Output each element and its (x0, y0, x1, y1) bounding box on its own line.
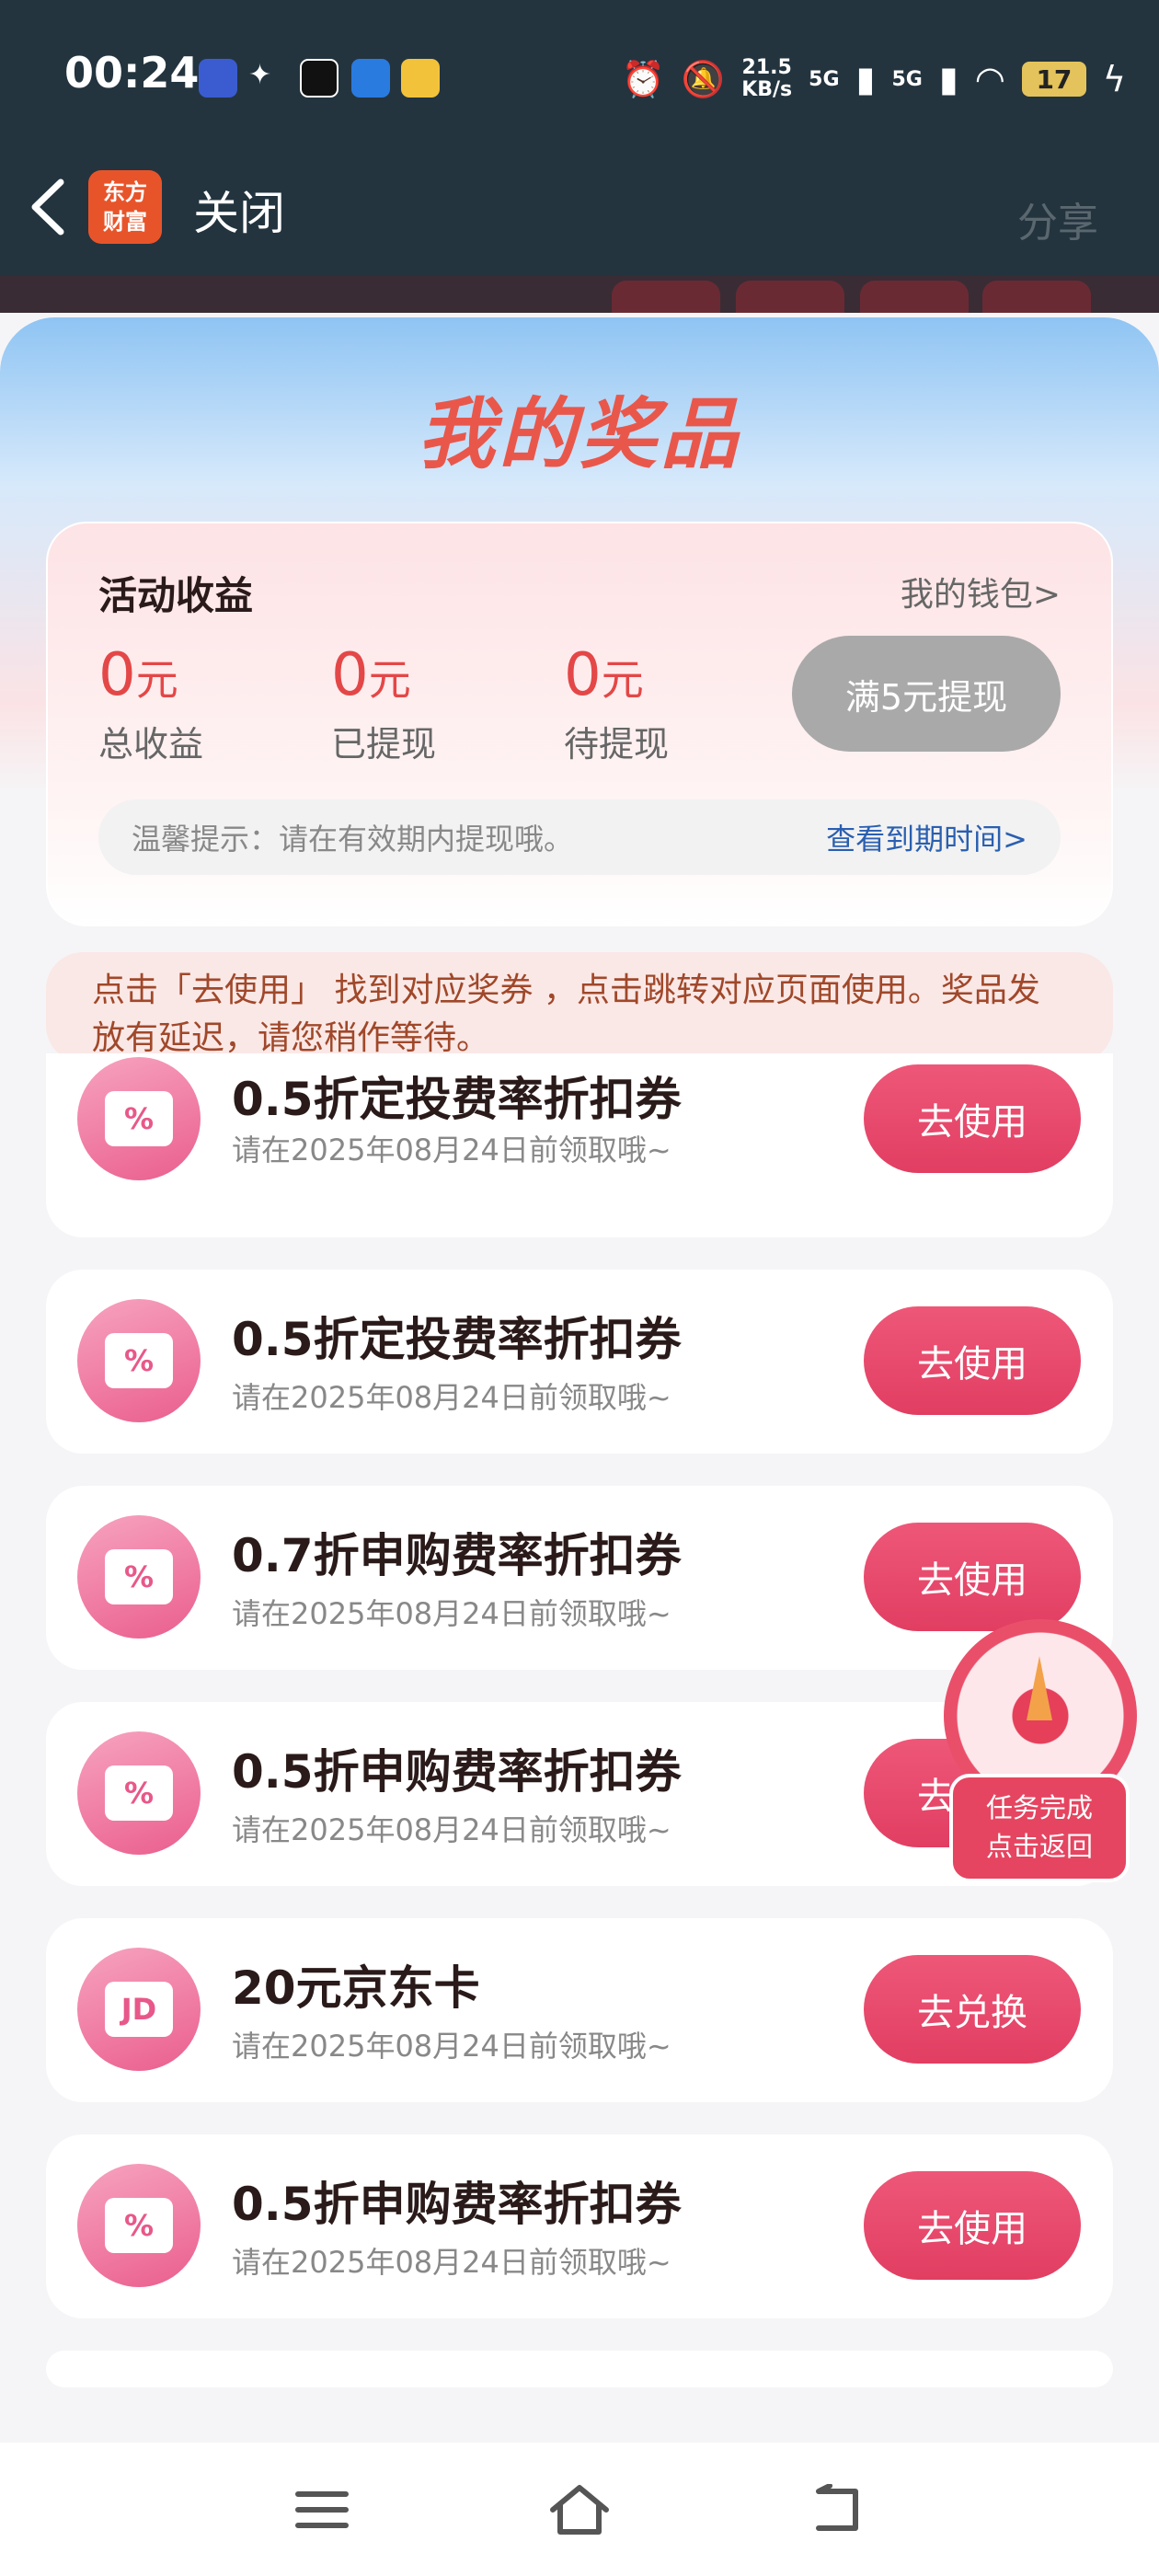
wallet-icon (401, 59, 440, 98)
stat-pending: 0元 待提现 (564, 641, 670, 765)
jd-card-icon: JD (77, 1948, 201, 2071)
redeem-button[interactable]: 去兑换 (864, 1955, 1081, 2064)
reward-card: % 0.5折申购费率折扣券 请在2025年08月24日前领取哦~ 去使用 (46, 2134, 1113, 2318)
status-right: ⏰ 🔕 21.5 KB/s 5G ▮ 5G ▮ ◠ 17 ϟ (622, 52, 1126, 107)
usage-notice: 点击「去使用」 找到对应奖券 ，点击跳转对应页面使用。奖品发放有延迟，请您稍作等… (46, 952, 1113, 1063)
wallet-link[interactable]: 我的钱包> (901, 568, 1061, 615)
reward-card-partial (46, 2351, 1113, 2387)
reward-name: 0.7折申购费率折扣券 (232, 1529, 682, 1582)
reward-name: 20元京东卡 (232, 1961, 480, 2015)
coupon-icon: % (77, 1299, 201, 1422)
home-icon[interactable] (543, 2478, 616, 2542)
sheet-title: 我的奖品 (417, 389, 741, 479)
reward-date: 请在2025年08月24日前领取哦~ (232, 1596, 671, 1631)
vivo-icon (199, 59, 237, 98)
return-button[interactable]: 任务完成 点击返回 (949, 1774, 1130, 1882)
signal-icon: ▮ (855, 59, 876, 99)
wheel-pointer-icon (1027, 1656, 1052, 1720)
reward-name: 0.5折定投费率折扣券 (232, 1313, 682, 1366)
signal-5g-2: 5G (891, 67, 923, 91)
expiry-link[interactable]: 查看到期时间> (826, 816, 1027, 858)
signal-icon: ▮ (938, 59, 958, 99)
close-button[interactable]: 关闭 (193, 177, 285, 243)
battery-level: 17 (1021, 62, 1086, 97)
menu-icon[interactable] (285, 2478, 359, 2542)
use-button[interactable]: 去使用 (864, 1064, 1081, 1173)
alarm-icon: ⏰ (621, 58, 665, 99)
coupon-icon: % (77, 2164, 201, 2287)
use-button[interactable]: 去使用 (864, 1523, 1081, 1631)
reward-name: 0.5折申购费率折扣券 (232, 1745, 682, 1799)
reward-name: 0.5折申购费率折扣券 (232, 2178, 682, 2231)
background-tile (736, 281, 844, 313)
use-button[interactable]: 去使用 (864, 1306, 1081, 1415)
reward-date: 请在2025年08月24日前领取哦~ (232, 1133, 671, 1167)
coupon-icon: % (77, 1731, 201, 1855)
back-nav-icon[interactable] (800, 2478, 874, 2542)
reward-card: JD 20元京东卡 请在2025年08月24日前领取哦~ 去兑换 (46, 1918, 1113, 2102)
reward-date: 请在2025年08月24日前领取哦~ (232, 2245, 671, 2280)
income-title: 活动收益 (98, 573, 254, 618)
status-bar: 00:24 ✦ ⏰ 🔕 21.5 KB/s 5G ▮ 5G ▮ ◠ 17 ϟ (0, 0, 1159, 156)
app-logo: 东方 财富 (88, 170, 162, 244)
handshake-icon: ✦ (248, 59, 272, 91)
tip-text: 温馨提示：请在有效期内提现哦。 (132, 822, 574, 857)
charging-icon: ϟ (1102, 59, 1126, 99)
use-button[interactable]: 去使用 (864, 2171, 1081, 2280)
background-tile (982, 281, 1091, 313)
prize-sheet: 我的奖品 活动收益 我的钱包> 0元 总收益 0元 已提现 0元 待提现 满5元… (0, 317, 1159, 2443)
task-complete-widget[interactable]: 任务完成 点击返回 (938, 1619, 1141, 1886)
status-time: 00:24 (64, 48, 200, 98)
stat-withdrawn: 0元 已提现 (331, 641, 437, 765)
reward-date: 请在2025年08月24日前领取哦~ (232, 1380, 671, 1415)
ai-icon (351, 59, 390, 98)
reward-name: 0.5折定投费率折扣券 (232, 1073, 682, 1126)
income-card: 活动收益 我的钱包> 0元 总收益 0元 已提现 0元 待提现 满5元提现 温馨… (46, 522, 1113, 926)
reward-date: 请在2025年08月24日前领取哦~ (232, 1812, 671, 1847)
stat-total: 0元 总收益 (98, 641, 204, 765)
share-button[interactable]: 分享 (1017, 190, 1098, 248)
back-arrow-icon (31, 178, 64, 236)
reward-card: % 0.5折定投费率折扣券 请在2025年08月24日前领取哦~ 去使用 (46, 1270, 1113, 1454)
background-tile (612, 281, 720, 313)
reward-date: 请在2025年08月24日前领取哦~ (232, 2029, 671, 2064)
soul-icon (300, 59, 339, 98)
withdraw-button[interactable]: 满5元提现 (792, 636, 1061, 752)
coupon-icon: % (77, 1057, 201, 1180)
network-speed: 21.5 KB/s (741, 56, 793, 101)
signal-5g-1: 5G (809, 67, 840, 91)
coupon-icon: % (77, 1515, 201, 1639)
mute-icon: 🔕 (681, 58, 726, 99)
system-nav-bar (0, 2443, 1159, 2576)
back-button[interactable] (26, 175, 72, 239)
background-tile (860, 281, 969, 313)
wifi-icon: ◠ (974, 59, 1005, 99)
reward-card: % 0.5折定投费率折扣券 请在2025年08月24日前领取哦~ 去使用 (46, 1053, 1113, 1237)
tip-bar: 温馨提示：请在有效期内提现哦。 查看到期时间> (98, 799, 1061, 875)
